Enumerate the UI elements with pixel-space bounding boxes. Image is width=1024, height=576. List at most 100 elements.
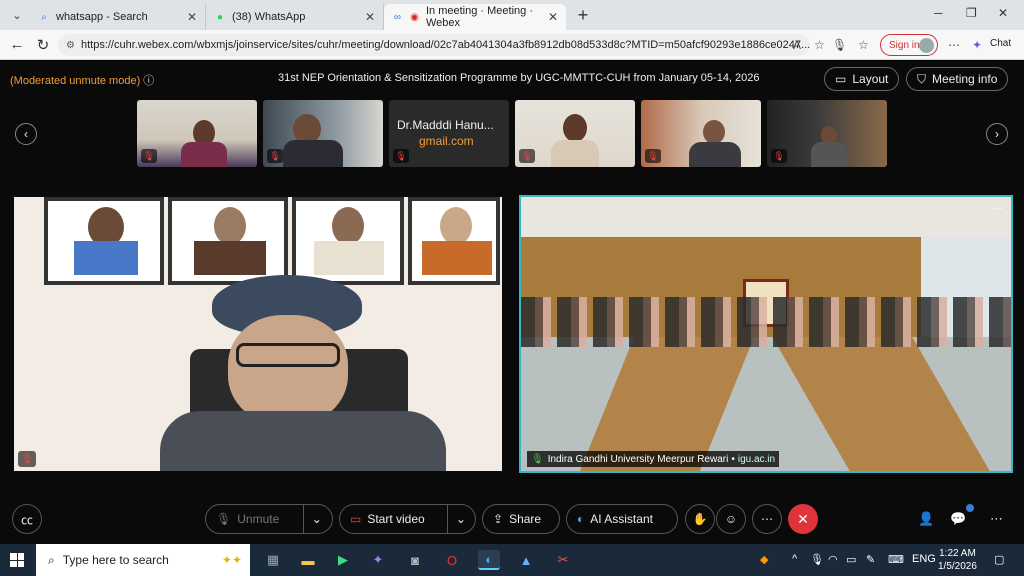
close-window-icon[interactable]: ✕ — [998, 6, 1008, 20]
tile-more-icon[interactable]: ⋯ — [991, 201, 1003, 215]
more-panels-icon[interactable]: ⋯ — [990, 511, 1003, 527]
carousel-next-icon[interactable]: › — [986, 123, 1008, 145]
chat-label[interactable]: Chat — [990, 38, 1011, 49]
close-icon[interactable]: ✕ — [187, 10, 197, 24]
glasses — [236, 343, 340, 367]
taskbar-search-box[interactable]: ⌕ Type here to search ✦✦ — [36, 544, 250, 576]
chevron-up-icon[interactable]: ^ — [792, 553, 797, 565]
search-highlight-icon: ✦✦ — [221, 553, 242, 567]
participant-video — [563, 114, 587, 142]
more-menu-icon[interactable]: ⋯ — [948, 38, 960, 52]
wifi-icon[interactable]: ◠ — [828, 553, 838, 566]
more-options-button[interactable]: ⋯ — [752, 504, 782, 534]
chat-icon[interactable]: 💬 — [950, 511, 966, 527]
participant-thumbnail[interactable]: 🎙 — [641, 100, 761, 167]
share-button[interactable]: ⇪ Share — [482, 504, 560, 534]
help-icon[interactable]: ⓘ — [143, 75, 154, 87]
participant-video — [551, 140, 599, 167]
unmute-label: Unmute — [237, 512, 280, 526]
video-off-icon: ▭ — [350, 512, 362, 526]
participant-video-tile[interactable]: 🎙 — [14, 197, 502, 471]
active-speaker-tile[interactable]: ⋯ 🎙 Indira Gandhi University Meerpur Rew… — [519, 195, 1013, 473]
muted-mic-icon: 🎙 — [141, 149, 157, 163]
participant-thumbnail[interactable]: 🎙 — [767, 100, 887, 167]
restore-icon[interactable]: ❐ — [966, 6, 977, 20]
tab-whatsapp-search[interactable]: ⌕ whatsapp - Search ✕ — [30, 4, 206, 30]
close-icon[interactable]: ✕ — [365, 10, 375, 24]
meeting-info-button[interactable]: ⛉ Meeting info — [906, 67, 1009, 91]
refresh-icon[interactable]: ↻ — [30, 36, 56, 54]
start-video-button[interactable]: ▭ Start video ⌄ — [339, 504, 476, 534]
favorites-icon[interactable]: ☆ — [858, 38, 869, 52]
ai-assistant-icon: ◐ — [577, 512, 585, 526]
ai-assistant-button[interactable]: ◐ AI Assistant — [566, 504, 678, 534]
site-info-icon[interactable]: ⚙ — [66, 40, 75, 51]
raise-hand-button[interactable]: ✋ — [685, 504, 715, 534]
system-clock[interactable]: 1:22 AM 1/5/2026 — [938, 547, 977, 573]
app-icon[interactable]: ▲ — [515, 550, 537, 570]
opera-icon[interactable]: O — [441, 550, 463, 570]
leave-meeting-button[interactable]: ✕ — [788, 504, 818, 534]
copilot-icon[interactable]: ✦ — [972, 38, 982, 52]
address-bar: ← ↻ ⚙ https://cuhr.webex.com/wbxmjs/join… — [0, 30, 1024, 60]
participant-face — [228, 315, 348, 425]
carousel-prev-icon[interactable]: ‹ — [15, 123, 37, 145]
participant-thumbnail[interactable]: 🎙 — [263, 100, 383, 167]
chevron-down-icon[interactable]: ⌄ — [447, 505, 473, 533]
meeting-info-label: Meeting info — [932, 72, 998, 86]
reactions-button[interactable]: ☺ — [716, 504, 746, 534]
search-icon: ⌕ — [41, 11, 47, 23]
shield-icon: ⛉ — [917, 71, 927, 86]
browser-tab-bar: ⌄ ⌕ whatsapp - Search ✕ ● (38) WhatsApp … — [0, 0, 1024, 30]
chevron-down-icon[interactable]: ⌄ — [303, 505, 329, 533]
tab-whatsapp[interactable]: ● (38) WhatsApp ✕ — [206, 4, 384, 30]
keyboard-icon[interactable]: ⌨ — [888, 553, 904, 566]
unmute-button[interactable]: 🎙 Unmute ⌄ — [205, 504, 333, 534]
url-text: https://cuhr.webex.com/wbxmjs/joinservic… — [80, 39, 810, 51]
notifications-icon[interactable]: ▢ — [994, 553, 1004, 566]
pen-icon[interactable]: ✎ — [866, 553, 875, 566]
captions-button[interactable]: ㏄ — [12, 504, 42, 534]
participant-video — [181, 142, 227, 167]
muted-mic-icon: 🎙 — [267, 149, 283, 163]
back-icon[interactable]: ← — [4, 36, 30, 53]
play-store-icon[interactable]: ▶ — [332, 550, 354, 570]
moderated-mode-label: (Moderated unmute mode) ⓘ — [10, 72, 154, 88]
search-placeholder: Type here to search — [62, 553, 169, 567]
tab-list-chevron-icon[interactable]: ⌄ — [4, 4, 30, 26]
battery-icon[interactable]: ▭ — [846, 553, 856, 566]
smiley-icon: ☺ — [724, 512, 738, 526]
copilot-app-icon[interactable]: ✦ — [367, 550, 389, 570]
participant-thumbnail[interactable]: 🎙 — [515, 100, 635, 167]
microphone-icon[interactable]: 🎙 — [832, 38, 847, 52]
favorite-star-icon[interactable]: ☆ — [814, 38, 825, 52]
layout-button[interactable]: ▭ Layout — [824, 67, 900, 91]
close-icon[interactable]: ✕ — [548, 10, 558, 24]
new-tab-icon[interactable]: + — [570, 5, 596, 26]
tab-webex-meeting[interactable]: ∞ ◉ In meeting · Meeting · Webex ✕ — [384, 4, 566, 30]
ai-assistant-label: AI Assistant — [590, 512, 653, 526]
edge-icon[interactable]: ◐ — [478, 550, 500, 570]
layout-icon: ▭ — [835, 72, 847, 86]
calculator-icon[interactable]: ▦ — [262, 550, 284, 570]
sign-in-button[interactable]: Sign in — [880, 34, 938, 56]
app-icon[interactable]: ✂ — [552, 550, 574, 570]
file-explorer-icon[interactable]: ▬ — [297, 550, 319, 570]
search-icon: ⌕ — [48, 552, 55, 567]
participant-thumbnail[interactable]: 🎙 — [137, 100, 257, 167]
microphone-tray-icon[interactable]: 🎙 — [810, 553, 824, 566]
notification-badge-icon[interactable]: ◆ — [760, 553, 768, 566]
camera-icon[interactable]: ◙ — [404, 550, 426, 570]
minimize-icon[interactable]: ─ — [934, 6, 943, 20]
language-indicator[interactable]: ENG — [912, 553, 936, 565]
speaker-name: Indira Gandhi University Meerpur Rewari — [547, 453, 729, 465]
participant-name-card[interactable]: Dr.Madddi Hanu... gmail.com 🎙 — [389, 100, 509, 167]
windows-taskbar: ⌕ Type here to search ✦✦ ▦ ▬ ▶ ✦ ◙ O ◐ ▲… — [0, 544, 1024, 576]
profile-avatar — [919, 38, 934, 53]
wall-portrait — [408, 197, 500, 285]
read-aloud-icon[interactable]: A — [793, 38, 801, 52]
participants-icon[interactable]: 👤 — [918, 511, 934, 527]
url-field[interactable]: ⚙ https://cuhr.webex.com/wbxmjs/joinserv… — [58, 34, 810, 56]
participant-email: gmail.com — [419, 134, 474, 148]
windows-start-icon[interactable] — [10, 553, 24, 567]
